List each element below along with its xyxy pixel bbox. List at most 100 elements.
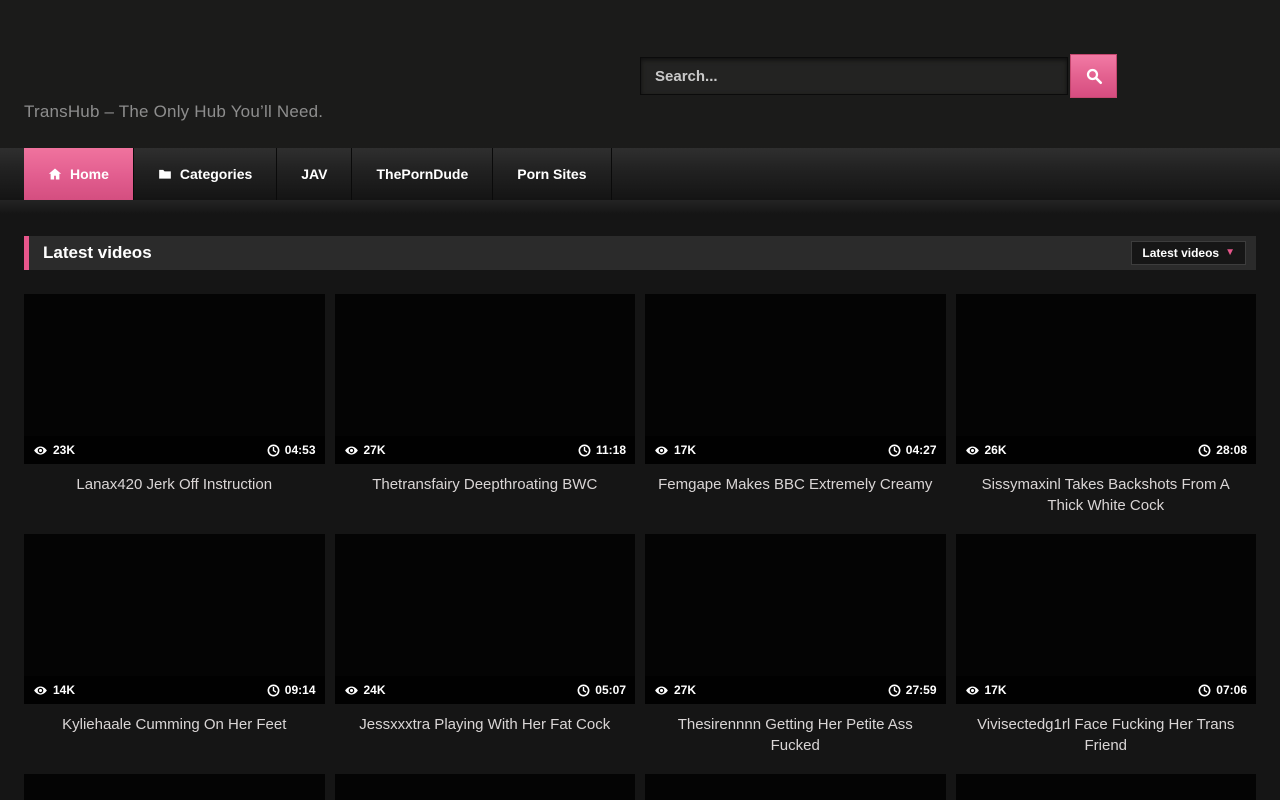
video-views: 23K (33, 443, 75, 458)
video-thumbnail[interactable] (24, 774, 325, 800)
video-thumbnail[interactable] (956, 774, 1257, 800)
eye-icon (33, 683, 48, 698)
video-card-partial[interactable] (956, 774, 1257, 800)
views-value: 24K (364, 683, 386, 697)
video-views: 24K (344, 683, 386, 698)
duration-value: 09:14 (285, 683, 316, 697)
video-card[interactable]: 27K 27:59 Thesirennnn Getting Her Petite A… (645, 534, 946, 774)
video-stats-bar: 26K 28:08 (956, 436, 1257, 464)
search-form (640, 54, 1117, 98)
video-thumbnail[interactable]: 23K 04:53 (24, 294, 325, 464)
views-value: 17K (674, 443, 696, 457)
eye-icon (344, 683, 359, 698)
views-value: 17K (985, 683, 1007, 697)
nav-item-home[interactable]: Home (24, 148, 134, 200)
eye-icon (965, 683, 980, 698)
video-stats-bar: 14K 09:14 (24, 676, 325, 704)
video-title[interactable]: Jessxxxtra Playing With Her Fat Cock (335, 704, 636, 774)
views-value: 23K (53, 443, 75, 457)
nav-item-theporndude[interactable]: ThePornDude (352, 148, 493, 200)
video-thumbnail[interactable] (645, 774, 946, 800)
clock-icon (888, 444, 901, 457)
video-views: 27K (654, 683, 696, 698)
video-stats-bar: 27K11:18 (335, 436, 636, 464)
video-thumbnail[interactable]: 27K11:18 (335, 294, 636, 464)
video-views: 17K (965, 683, 1007, 698)
sort-dropdown[interactable]: Latest videos ▼ (1131, 241, 1246, 265)
nav-item-label: Porn Sites (517, 166, 586, 182)
video-views: 14K (33, 683, 75, 698)
video-views: 27K (344, 443, 386, 458)
video-card[interactable]: 26K 28:08 Sissymaxinl Takes Backshots From… (956, 294, 1257, 534)
duration-value: 05:07 (595, 683, 626, 697)
eye-icon (654, 683, 669, 698)
nav-item-porn-sites[interactable]: Porn Sites (493, 148, 611, 200)
chevron-down-icon: ▼ (1225, 248, 1235, 258)
video-title[interactable]: Lanax420 Jerk Off Instruction (24, 464, 325, 534)
search-button[interactable] (1070, 54, 1117, 98)
video-duration: 09:14 (267, 683, 316, 697)
main-nav: Home Categories JAV ThePornDude Porn Sites (0, 148, 1280, 200)
video-thumbnail[interactable]: 24K 05:07 (335, 534, 636, 704)
nav-item-categories[interactable]: Categories (134, 148, 277, 200)
clock-icon (577, 684, 590, 697)
clock-icon (267, 444, 280, 457)
video-views: 26K (965, 443, 1007, 458)
video-thumbnail[interactable]: 26K 28:08 (956, 294, 1257, 464)
video-card[interactable]: 24K 05:07 Jessxxxtra Playing With Her Fat … (335, 534, 636, 774)
video-card-partial[interactable] (335, 774, 636, 800)
video-title[interactable]: Thetransfairy Deepthroating BWC (335, 464, 636, 534)
video-card[interactable]: 14K 09:14 Kyliehaale Cumming On Her Feet (24, 534, 325, 774)
video-duration: 04:53 (267, 443, 316, 457)
eye-icon (344, 443, 359, 458)
duration-value: 04:53 (285, 443, 316, 457)
section-title: Latest videos (43, 243, 152, 263)
nav-item-label: Categories (180, 166, 252, 182)
nav-item-label: JAV (301, 166, 327, 182)
video-duration: 28:08 (1198, 443, 1247, 457)
video-title[interactable]: Femgape Makes BBC Extremely Creamy (645, 464, 946, 534)
video-thumbnail[interactable] (335, 774, 636, 800)
views-value: 14K (53, 683, 75, 697)
video-thumbnail[interactable]: 17K 04:27 (645, 294, 946, 464)
eye-icon (965, 443, 980, 458)
site-header: TransHub – The Only Hub You’ll Need. (0, 0, 1280, 148)
site-tagline: TransHub – The Only Hub You’ll Need. (24, 102, 323, 122)
video-card[interactable]: 23K 04:53 Lanax420 Jerk Off Instruction (24, 294, 325, 534)
video-duration: 04:27 (888, 443, 937, 457)
duration-value: 07:06 (1216, 683, 1247, 697)
eye-icon (33, 443, 48, 458)
duration-value: 28:08 (1216, 443, 1247, 457)
video-title[interactable]: Vivisectedg1rl Face Fucking Her Trans Fr… (956, 704, 1257, 774)
video-duration: 27:59 (888, 683, 937, 697)
video-card[interactable]: 17K 04:27 Femgape Makes BBC Extremely Crea… (645, 294, 946, 534)
search-input[interactable] (640, 57, 1068, 95)
search-icon (1085, 67, 1103, 85)
video-duration: 05:07 (577, 683, 626, 697)
eye-icon (654, 443, 669, 458)
video-card-partial[interactable] (24, 774, 325, 800)
video-card-partial[interactable] (645, 774, 946, 800)
section-header: Latest videos Latest videos ▼ (24, 236, 1256, 270)
duration-value: 27:59 (906, 683, 937, 697)
video-title[interactable]: Sissymaxinl Takes Backshots From A Thick… (956, 464, 1257, 534)
video-thumbnail[interactable]: 27K 27:59 (645, 534, 946, 704)
video-thumbnail[interactable]: 14K 09:14 (24, 534, 325, 704)
clock-icon (578, 444, 591, 457)
video-stats-bar: 27K 27:59 (645, 676, 946, 704)
video-thumbnail[interactable]: 17K 07:06 (956, 534, 1257, 704)
folder-icon (158, 167, 172, 181)
clock-icon (1198, 444, 1211, 457)
video-grid: 23K04:53Lanax420 Jerk Off Instruction27K… (24, 294, 1256, 800)
nav-item-jav[interactable]: JAV (277, 148, 352, 200)
nav-item-label: Home (70, 166, 109, 182)
sort-dropdown-label: Latest videos (1142, 246, 1219, 260)
video-card[interactable]: 17K 07:06 Vivisectedg1rl Face Fucking Her … (956, 534, 1257, 774)
video-title[interactable]: Kyliehaale Cumming On Her Feet (24, 704, 325, 774)
video-card[interactable]: 27K11:18Thetransfairy Deepthroating BWC (335, 294, 636, 534)
views-value: 26K (985, 443, 1007, 457)
views-value: 27K (674, 683, 696, 697)
views-value: 27K (364, 443, 386, 457)
video-title[interactable]: Thesirennnn Getting Her Petite Ass Fucke… (645, 704, 946, 774)
video-stats-bar: 17K 07:06 (956, 676, 1257, 704)
